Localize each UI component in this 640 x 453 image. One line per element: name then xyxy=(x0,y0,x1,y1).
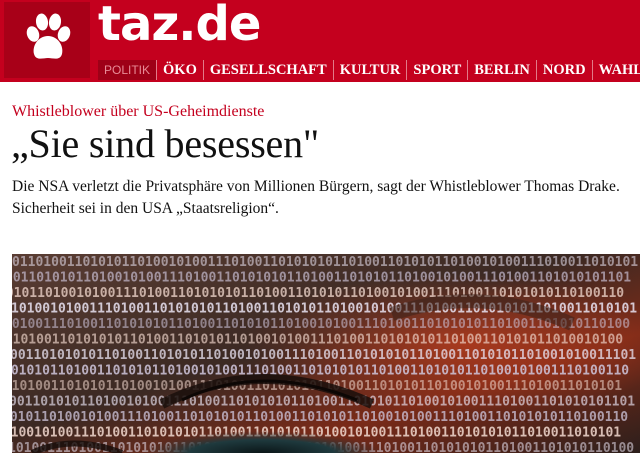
binary-text-row: 0011010101101001010011101001101010101101… xyxy=(12,395,635,410)
binary-text-row: 0011010101011010011010101101001010011101… xyxy=(12,348,636,363)
article-kicker[interactable]: Whistleblower über US-Geheimdienste xyxy=(12,103,264,121)
nav-item-nord[interactable]: NORD xyxy=(535,60,592,80)
nav-item-politik[interactable]: POLITIK xyxy=(98,60,157,80)
nav-item-sport[interactable]: SPORT xyxy=(406,60,467,80)
binary-text-row: 1010110100101001110100110101010110100110… xyxy=(12,286,624,301)
article-lead: Die NSA verletzt die Privatsphäre von Mi… xyxy=(12,178,620,217)
site-header: taz.de POLITIK ÖKO GESELLSCHAFT KULTUR SPORT… xyxy=(0,0,640,82)
binary-text-row: 1110100110101010110100110101011010010100… xyxy=(12,333,623,348)
binary-code-eye-photo-icon: 0110100110101011010010100111010011010101… xyxy=(12,254,640,453)
binary-text-row: 1010011101001101010101101001101010110100… xyxy=(12,317,630,332)
article-headline[interactable]: „Sie sind besessen" xyxy=(11,120,319,167)
main-navigation: POLITIK ÖKO GESELLSCHAFT KULTUR SPORT BERLIN N… xyxy=(98,59,640,81)
paw-icon xyxy=(26,13,71,59)
binary-text-row: 1010101101001101010110100101001110100110… xyxy=(12,364,629,379)
nav-item-gesellschaft[interactable]: GESELLSCHAFT xyxy=(202,60,333,80)
binary-text-row: 0011010101101001010011101001101010101101… xyxy=(12,271,631,286)
taz-paw-logo-icon[interactable] xyxy=(4,2,90,78)
nav-item-wahl[interactable]: WAHL xyxy=(591,60,640,80)
nav-item-öko[interactable]: ÖKO xyxy=(156,60,203,80)
nav-item-berlin[interactable]: BERLIN xyxy=(467,60,536,80)
binary-text-row: 1010110100101001110100110101010110100110… xyxy=(12,410,628,425)
article-hero-image[interactable]: 0110100110101011010010100111010011010101… xyxy=(12,254,640,453)
nav-item-kultur[interactable]: KULTUR xyxy=(332,60,407,80)
site-name[interactable]: taz.de xyxy=(98,0,261,52)
binary-text-row: 0110100110101011010010100111010011010101… xyxy=(12,255,638,270)
